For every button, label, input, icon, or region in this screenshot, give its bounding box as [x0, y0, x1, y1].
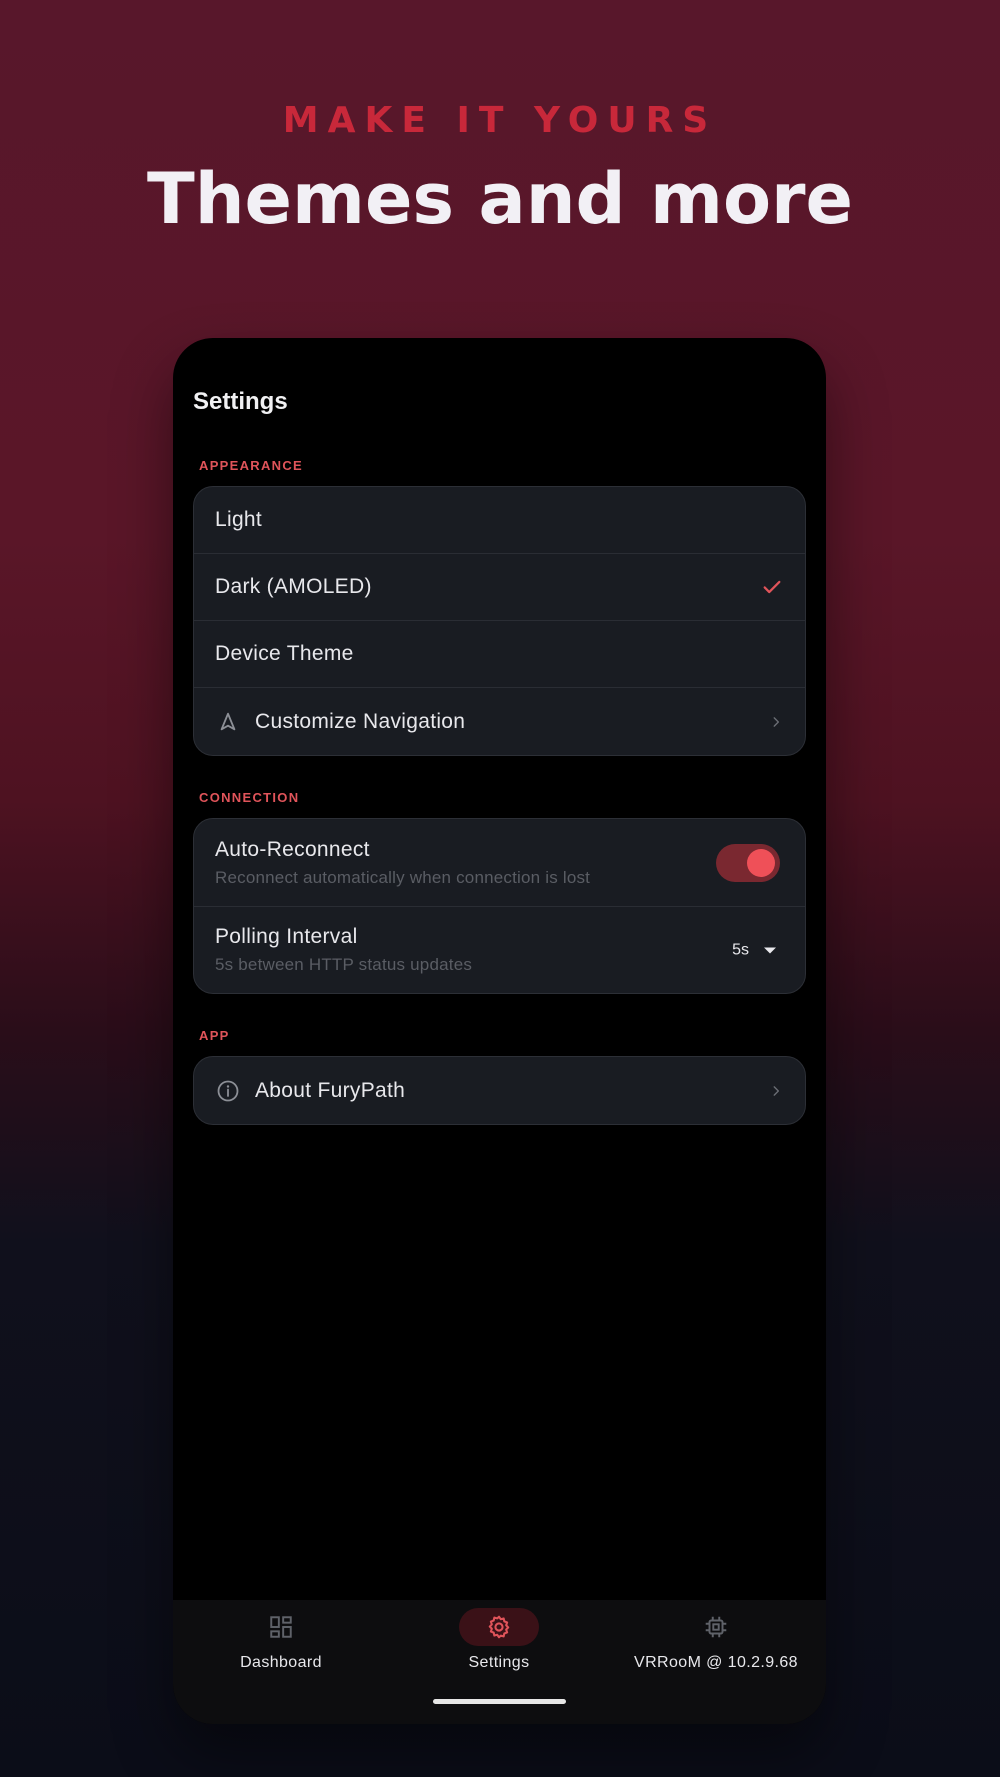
polling-interval-description: 5s between HTTP status updates: [215, 955, 473, 974]
theme-option-dark-amoled[interactable]: Dark (AMOLED): [194, 554, 805, 621]
polling-interval-value: 5s: [732, 941, 749, 958]
nav-item-dashboard[interactable]: Dashboard: [181, 1600, 381, 1700]
auto-reconnect-toggle[interactable]: [716, 843, 780, 882]
dashboard-icon: [241, 1608, 321, 1646]
customize-navigation-item[interactable]: Customize Navigation: [194, 688, 805, 755]
connection-card: Auto-Reconnect Reconnect automatically w…: [193, 818, 806, 994]
gear-icon: [459, 1608, 539, 1646]
checkmark-icon: [761, 576, 783, 598]
appearance-card: Light Dark (AMOLED) Device Theme Customi…: [193, 486, 806, 756]
theme-option-light[interactable]: Light: [194, 487, 805, 554]
about-furypath-item[interactable]: About FuryPath: [194, 1057, 805, 1124]
app-card: About FuryPath: [193, 1056, 806, 1125]
hero-title: Themes and more: [146, 158, 854, 240]
nav-label-device: VRRooM @ 10.2.9.68: [634, 1654, 798, 1671]
auto-reconnect-item: Auto-Reconnect Reconnect automatically w…: [194, 819, 805, 907]
polling-interval-dropdown[interactable]: 5s: [732, 941, 777, 960]
chip-icon: [676, 1608, 756, 1646]
hero-eyebrow: MAKE IT YOURS: [282, 100, 718, 141]
theme-option-label: Dark (AMOLED): [215, 575, 372, 598]
polling-interval-label: Polling Interval: [215, 925, 358, 948]
theme-option-label: Device Theme: [215, 642, 354, 665]
navigation-arrow-icon: [215, 709, 241, 735]
chevron-right-icon: [769, 715, 783, 729]
nav-item-device[interactable]: VRRooM @ 10.2.9.68: [616, 1600, 816, 1700]
bottom-navigation: Dashboard Settings VRRooM @ 10.2.9.68: [173, 1600, 826, 1724]
page-title: Settings: [193, 388, 288, 415]
polling-interval-item: Polling Interval 5s between HTTP status …: [194, 907, 805, 993]
section-label-app: APP: [199, 1028, 230, 1043]
theme-option-label: Light: [215, 508, 263, 531]
info-icon: [215, 1078, 241, 1104]
nav-label-settings: Settings: [468, 1654, 530, 1671]
section-label-appearance: APPEARANCE: [199, 458, 304, 473]
auto-reconnect-description: Reconnect automatically when connection …: [215, 867, 591, 887]
about-furypath-label: About FuryPath: [255, 1078, 406, 1102]
nav-label-dashboard: Dashboard: [240, 1654, 322, 1671]
dropdown-arrow-icon: [763, 941, 777, 960]
phone-frame: Settings APPEARANCE Light Dark (AMOLED) …: [173, 338, 826, 1724]
section-label-connection: CONNECTION: [199, 790, 300, 805]
theme-option-device[interactable]: Device Theme: [194, 621, 805, 688]
auto-reconnect-label: Auto-Reconnect: [215, 837, 370, 861]
home-indicator: [433, 1699, 566, 1704]
chevron-right-icon: [769, 1084, 783, 1098]
nav-item-settings[interactable]: Settings: [399, 1600, 599, 1700]
toggle-knob: [747, 848, 775, 877]
customize-navigation-label: Customize Navigation: [255, 709, 466, 733]
